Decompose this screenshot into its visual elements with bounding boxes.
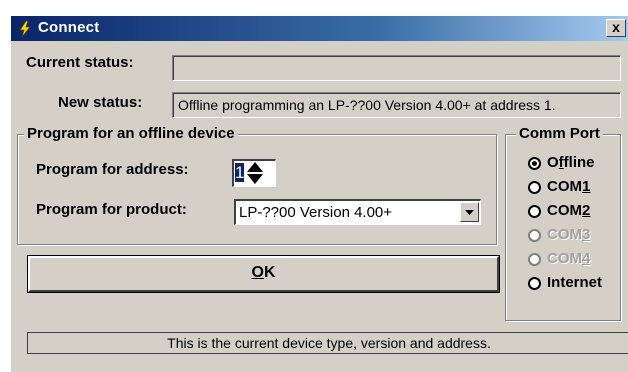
product-select[interactable]: LP-??00 Version 4.00+ bbox=[234, 199, 481, 225]
new-status-label: New status: bbox=[58, 94, 143, 111]
address-value: 1 bbox=[235, 163, 245, 182]
ok-button-suffix: K bbox=[263, 264, 276, 281]
lightbulb-icon bbox=[19, 20, 31, 38]
program-address-label: Program for address: bbox=[36, 161, 189, 178]
new-status-field: Offline programming an LP-??00 Version 4… bbox=[172, 92, 621, 118]
radio-com2-label: COM2 bbox=[547, 202, 591, 219]
close-icon: x bbox=[612, 19, 620, 35]
title-bar[interactable]: Connect x bbox=[11, 16, 628, 41]
radio-com4-label: COM4 bbox=[547, 250, 591, 267]
product-dropdown-button[interactable] bbox=[460, 202, 479, 222]
ok-button-mnemonic: O bbox=[251, 264, 264, 281]
window-title: Connect bbox=[38, 19, 100, 36]
radio-com4-circle bbox=[528, 253, 541, 266]
current-status-field bbox=[172, 55, 621, 81]
ok-button[interactable]: OK bbox=[28, 256, 499, 292]
offline-device-group-title: Program for an offline device bbox=[24, 125, 238, 142]
radio-internet-circle[interactable] bbox=[528, 277, 541, 290]
radio-com2-circle[interactable] bbox=[528, 205, 541, 218]
radio-internet-label: Internet bbox=[547, 274, 603, 291]
program-product-label: Program for product: bbox=[36, 201, 187, 218]
radio-com1-label: COM1 bbox=[547, 178, 591, 195]
current-status-label: Current status: bbox=[26, 54, 134, 71]
close-button[interactable]: x bbox=[606, 19, 626, 37]
status-bar: This is the current device type, version… bbox=[27, 332, 628, 354]
radio-selected-dot bbox=[532, 161, 537, 166]
radio-com3-circle bbox=[528, 229, 541, 242]
chevron-down-icon bbox=[465, 210, 474, 215]
offline-device-group: Program for an offline device bbox=[17, 125, 497, 245]
radio-offline-circle[interactable] bbox=[528, 157, 541, 170]
connect-dialog: Connect x Current status: New status: Of… bbox=[10, 15, 628, 372]
radio-offline-label: Offline bbox=[547, 154, 595, 171]
radio-com3-label: COM3 bbox=[547, 226, 591, 243]
product-select-value: LP-??00 Version 4.00+ bbox=[239, 204, 393, 221]
spin-arrows-icon[interactable] bbox=[246, 161, 264, 185]
comm-port-group-title: Comm Port bbox=[516, 125, 603, 142]
radio-com1-circle[interactable] bbox=[528, 181, 541, 194]
